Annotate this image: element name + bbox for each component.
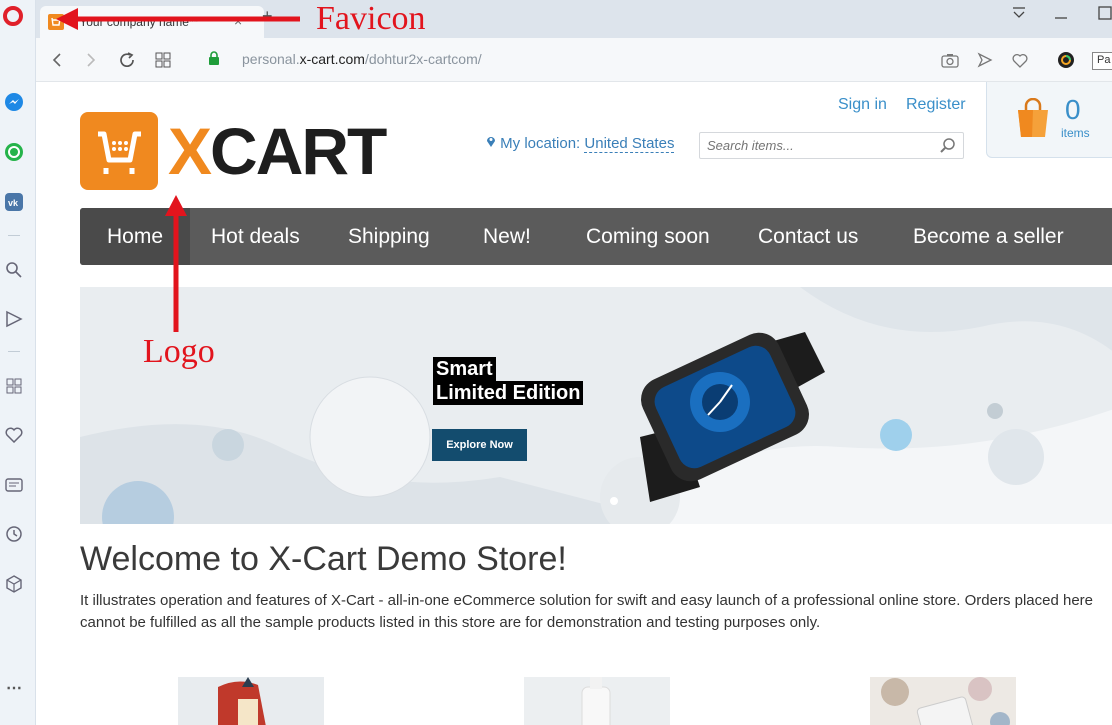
favicon-annotation: Favicon	[316, 0, 426, 37]
screenshot-root: vk ⋯ **Your company name** + personal.x-…	[0, 0, 1112, 725]
logo-annotation: Logo	[143, 333, 215, 370]
